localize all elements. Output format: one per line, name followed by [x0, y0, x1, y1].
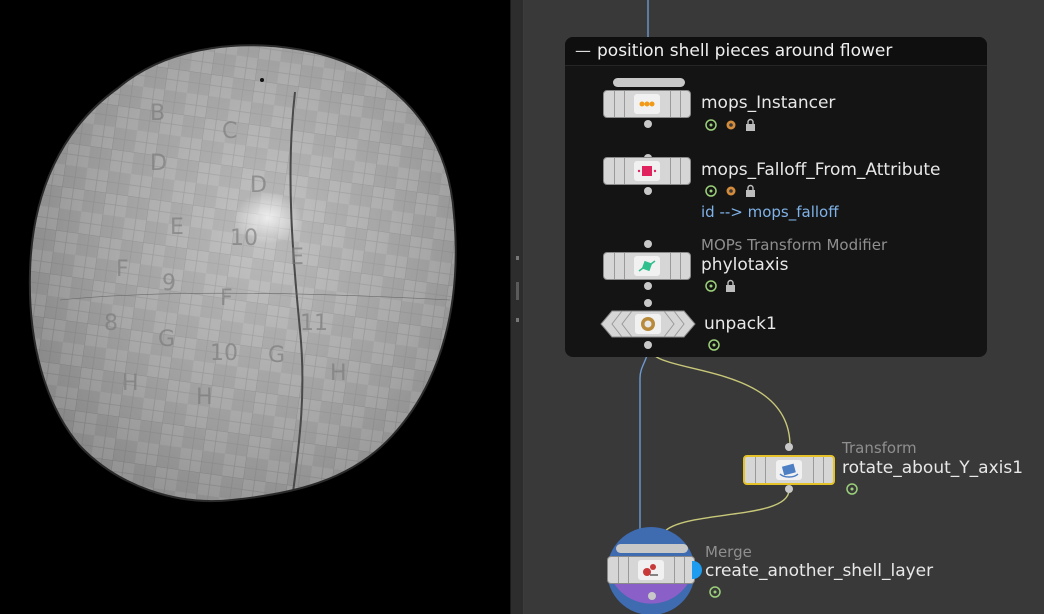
cook-icon: [726, 186, 736, 196]
input-connector[interactable]: [644, 240, 652, 248]
attribute-label: id --> mops_falloff: [701, 203, 839, 221]
collapse-left-arrow-icon[interactable]: [516, 256, 519, 260]
svg-text:H: H: [330, 361, 347, 386]
svg-text:10: 10: [230, 226, 258, 251]
3d-viewport[interactable]: BC DD E 10 F9 FE 8G 10 G HH 11 H: [0, 0, 510, 614]
node-tile[interactable]: [603, 252, 691, 280]
display-flag-icon[interactable]: [707, 338, 723, 352]
lock-icon: [746, 184, 755, 197]
orange-dots-icon: [634, 94, 660, 114]
node-tile[interactable]: [603, 90, 691, 118]
network-box-title[interactable]: position shell pieces around flower: [597, 40, 892, 62]
input-connector[interactable]: [644, 299, 652, 307]
shell-geometry: BC DD E 10 F9 FE 8G 10 G HH 11H: [28, 44, 457, 502]
output-connector[interactable]: [648, 592, 656, 600]
node-header-bar: [613, 78, 685, 87]
node-name[interactable]: phylotaxis: [701, 254, 788, 276]
node-flags[interactable]: [704, 184, 764, 198]
svg-text:F: F: [220, 286, 233, 311]
svg-text:F: F: [116, 257, 129, 282]
display-flag-icon[interactable]: [708, 585, 724, 599]
node-tile[interactable]: [743, 455, 835, 485]
display-flag-icon: [705, 185, 717, 197]
svg-text:D: D: [250, 173, 267, 198]
lock-icon: [746, 118, 755, 131]
collapse-right-arrow-icon[interactable]: [516, 318, 519, 322]
node-tile[interactable]: [607, 556, 702, 584]
svg-text:G: G: [158, 327, 175, 352]
svg-text:H: H: [122, 371, 139, 396]
pink-diamond-icon: [634, 161, 660, 181]
output-connector[interactable]: [644, 187, 652, 195]
lock-icon: [726, 279, 735, 292]
network-box-header[interactable]: — position shell pieces around flower: [565, 37, 987, 66]
svg-text:E: E: [290, 245, 304, 270]
network-editor[interactable]: — position shell pieces around flower mo…: [524, 0, 1044, 614]
svg-text:D: D: [150, 151, 167, 176]
divider-grip[interactable]: [516, 282, 519, 300]
output-connector[interactable]: [644, 120, 652, 128]
svg-text:E: E: [170, 215, 184, 240]
svg-text:G: G: [268, 343, 285, 368]
svg-text:10: 10: [210, 341, 238, 366]
unpack-icon: [635, 314, 661, 334]
svg-text:H: H: [196, 385, 213, 410]
display-flag-icon: [705, 280, 717, 292]
merge-icon: [638, 560, 664, 580]
svg-text:C: C: [222, 119, 237, 144]
node-name[interactable]: rotate_about_Y_axis1: [842, 457, 1023, 479]
svg-text:B: B: [150, 101, 165, 126]
svg-text:11: 11: [300, 311, 328, 336]
display-flag-icon[interactable]: [845, 482, 861, 496]
cook-icon: [726, 120, 736, 130]
node-header-bar: [616, 544, 688, 553]
transform-icon: [776, 460, 802, 480]
svg-text:9: 9: [162, 271, 176, 296]
output-connector[interactable]: [785, 485, 793, 493]
wire-unpack-to-transform: [649, 347, 791, 447]
node-tile[interactable]: [603, 157, 691, 185]
node-flags[interactable]: [704, 279, 744, 293]
node-type: Merge: [705, 543, 752, 561]
node-tile[interactable]: [600, 310, 696, 338]
display-flag-icon: [705, 119, 717, 131]
node-name[interactable]: mops_Instancer: [701, 92, 835, 114]
node-type: Transform: [842, 439, 917, 457]
output-connector[interactable]: [644, 282, 652, 290]
output-connector[interactable]: [644, 341, 652, 349]
svg-text:8: 8: [104, 311, 118, 336]
node-name[interactable]: unpack1: [704, 313, 777, 335]
collapse-icon[interactable]: —: [575, 41, 591, 61]
node-type: MOPs Transform Modifier: [701, 236, 888, 254]
node-name[interactable]: mops_Falloff_From_Attribute: [701, 159, 941, 181]
input-connector[interactable]: [785, 443, 793, 451]
node-flags[interactable]: [704, 118, 764, 132]
pane-divider[interactable]: [510, 0, 524, 614]
green-arrow-icon: [634, 256, 660, 276]
node-name[interactable]: create_another_shell_layer: [705, 560, 933, 582]
